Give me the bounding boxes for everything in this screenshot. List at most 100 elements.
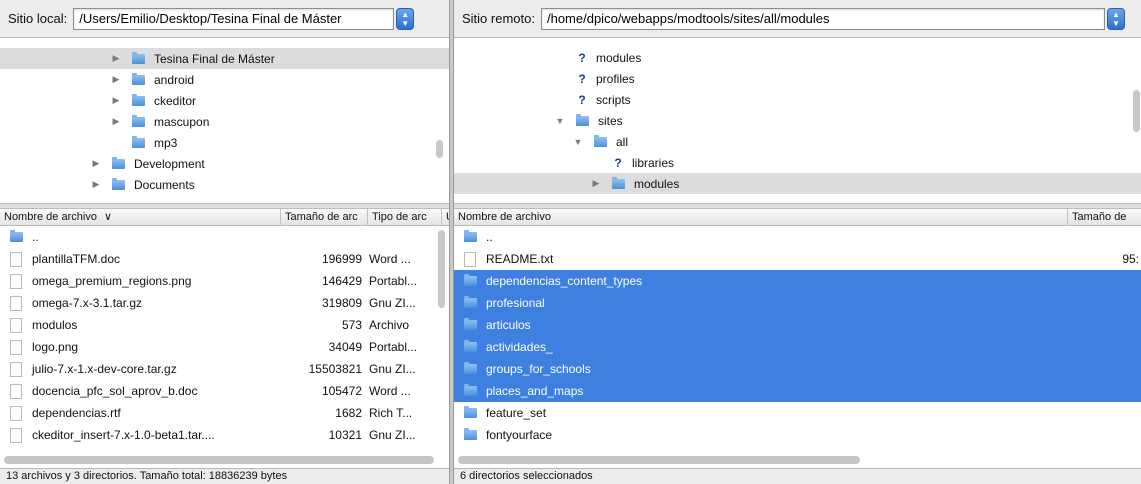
document-icon [10, 317, 22, 333]
document-icon [10, 251, 22, 267]
remote-site-bar: Sitio remoto: ▲▼ [454, 0, 1141, 38]
remote-tree-scrollbar[interactable] [1133, 90, 1140, 132]
local-tree-item[interactable]: mp3 [0, 132, 449, 153]
disclosure-closed-icon[interactable]: ▶ [110, 116, 122, 127]
remote-col-name[interactable]: Nombre de archivo [454, 209, 1068, 226]
file-name: logo.png [32, 340, 79, 354]
remote-file-row[interactable]: articulos [454, 314, 1141, 336]
remote-tree-item[interactable]: ? profiles [454, 68, 1141, 89]
folder-icon [464, 340, 477, 352]
remote-tree-item[interactable]: ? modules [454, 47, 1141, 68]
file-size: 10321 [328, 428, 362, 442]
remote-file-row[interactable]: dependencias_content_types [454, 270, 1141, 292]
document-icon [10, 273, 22, 289]
remote-file-row[interactable]: actividades_ [454, 336, 1141, 358]
local-tree-item[interactable]: ▶ mascupon [0, 111, 449, 132]
local-file-row[interactable]: plantillaTFM.doc 196999 Word ... [0, 248, 449, 270]
remote-path-input[interactable] [540, 7, 1105, 30]
local-file-row[interactable]: omega-7.x-3.1.tar.gz 319809 Gnu ZI... [0, 292, 449, 314]
remote-tree-item[interactable]: ? scripts [454, 89, 1141, 110]
remote-file-row[interactable]: fontyourface [454, 424, 1141, 446]
file-name: README.txt [486, 252, 554, 266]
remote-directory-tree[interactable]: ? modules? profiles? scripts ▼ sites ▼ all? libr… [454, 45, 1141, 203]
file-name: ckeditor_insert-7.x-1.0-beta1.tar.... [32, 428, 215, 442]
remote-path-dropdown-button[interactable]: ▲ ▼ [1106, 7, 1125, 30]
local-tree-item[interactable]: ▶ android [0, 69, 449, 90]
remote-tree-item[interactable]: ▼ all [454, 131, 1141, 152]
disclosure-closed-icon[interactable]: ▶ [90, 179, 102, 190]
remote-tree-item-label: modules [634, 176, 680, 191]
file-size: 573 [341, 318, 362, 332]
local-tree-item[interactable]: ▶ Documents [0, 174, 449, 195]
local-tree-item[interactable]: ▶ Tesina Final de Máster [0, 48, 449, 69]
disclosure-closed-icon[interactable]: ▶ [90, 158, 102, 169]
local-file-row[interactable]: .. [0, 226, 449, 248]
local-col-size[interactable]: Tamaño de arc [281, 209, 368, 226]
remote-tree-item-label: profiles [596, 71, 635, 86]
local-file-row[interactable]: julio-7.x-1.x-dev-core.tar.gz 15503821 Gnu… [0, 358, 449, 380]
local-file-row[interactable]: docencia_pfc_sol_aprov_b.doc 105472 Word .… [0, 380, 449, 402]
file-type: Portabl... [369, 340, 418, 354]
remote-list-hscrollbar[interactable] [458, 456, 860, 464]
local-tree-item[interactable]: ▶ Development [0, 153, 449, 174]
local-list-scrollbar[interactable] [438, 230, 445, 308]
remote-tree-item[interactable]: ▼ sites [454, 110, 1141, 131]
remote-site-label: Sitio remoto: [462, 11, 535, 26]
remote-file-row[interactable]: feature_set [454, 402, 1141, 424]
remote-tree-item-label: scripts [596, 92, 631, 107]
remote-tree-item[interactable]: ▶ modules [454, 173, 1141, 194]
file-name: profesional [486, 296, 545, 310]
document-icon [10, 383, 22, 399]
folder-icon [10, 230, 23, 242]
folder-icon [132, 114, 145, 127]
remote-col-size[interactable]: Tamaño de [1068, 209, 1141, 226]
file-size: 105472 [321, 384, 362, 398]
disclosure-closed-icon[interactable]: ▶ [110, 53, 122, 64]
local-col-last[interactable]: Ú [442, 209, 449, 226]
document-icon [10, 295, 22, 311]
local-tree-item[interactable]: ▶ ckeditor [0, 90, 449, 111]
local-col-name[interactable]: Nombre de archivo ∨ [0, 209, 281, 226]
local-file-row[interactable]: modulos 573 Archivo [0, 314, 449, 336]
local-file-row[interactable]: ckeditor_insert-7.x-1.0-beta1.tar.... 103… [0, 424, 449, 446]
unknown-type-icon: ? [578, 92, 586, 107]
remote-tree-item-label: sites [598, 113, 623, 128]
disclosure-open-icon[interactable]: ▼ [554, 116, 566, 126]
disclosure-closed-icon[interactable]: ▶ [590, 178, 602, 189]
remote-tree-item[interactable]: ? libraries [454, 152, 1141, 173]
local-col-type[interactable]: Tipo de arc [368, 209, 442, 226]
local-directory-tree[interactable]: ▶ Tesina Final de Máster ▶ android ▶ ckeditor… [0, 45, 449, 203]
disclosure-closed-icon[interactable]: ▶ [110, 74, 122, 85]
local-path-input[interactable] [73, 7, 395, 30]
remote-file-row[interactable]: README.txt 95: [454, 248, 1141, 270]
document-icon [10, 361, 22, 377]
local-file-row[interactable]: omega_premium_regions.png 146429 Portabl..… [0, 270, 449, 292]
remote-file-row[interactable]: places_and_maps [454, 380, 1141, 402]
local-tree-item-label: mp3 [154, 135, 178, 150]
file-name: julio-7.x-1.x-dev-core.tar.gz [32, 362, 177, 376]
folder-icon [464, 296, 477, 308]
remote-file-row[interactable]: groups_for_schools [454, 358, 1141, 380]
local-path-dropdown-button[interactable]: ▲ ▼ [396, 7, 415, 30]
file-name: feature_set [486, 406, 547, 420]
file-name: .. [32, 230, 39, 244]
local-tree-item-label: ckeditor [154, 93, 197, 108]
local-list-hscrollbar[interactable] [4, 456, 434, 464]
folder-icon [612, 176, 625, 189]
remote-file-list[interactable]: .. README.txt 95: dependencias_content_type… [454, 226, 1141, 454]
folder-icon [112, 177, 125, 190]
unknown-type-icon: ? [578, 71, 586, 86]
local-site-bar: Sitio local: ▲▼ [0, 0, 449, 38]
local-file-row[interactable]: dependencias.rtf 1682 Rich T... [0, 402, 449, 424]
file-type: Rich T... [369, 406, 413, 420]
local-file-row[interactable]: logo.png 34049 Portabl... [0, 336, 449, 358]
disclosure-closed-icon[interactable]: ▶ [110, 95, 122, 106]
unknown-type-icon: ? [578, 50, 586, 65]
local-file-list[interactable]: .. plantillaTFM.doc 196999 Word ... omega_pr… [0, 226, 449, 454]
remote-file-row[interactable]: .. [454, 226, 1141, 248]
disclosure-open-icon[interactable]: ▼ [572, 137, 584, 147]
local-tree-scrollbar[interactable] [436, 140, 443, 158]
folder-icon [132, 51, 145, 64]
remote-file-row[interactable]: profesional [454, 292, 1141, 314]
file-name: omega_premium_regions.png [32, 274, 192, 288]
